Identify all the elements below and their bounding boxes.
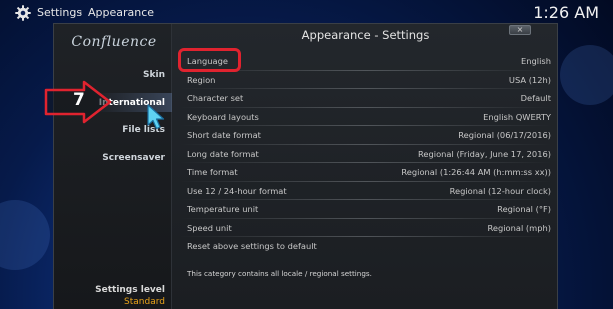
setting-row-hour-format[interactable]: Use 12 / 24-hour format Regional (12-hou… — [172, 182, 555, 200]
setting-value: Regional (1:26:44 AM (h:mm:ss xx)) — [401, 167, 551, 177]
setting-row-reset-defaults[interactable]: Reset above settings to default — [172, 237, 555, 256]
setting-row-short-date-format[interactable]: Short date format Regional (06/17/2016) — [172, 126, 555, 145]
settings-level-label[interactable]: Settings level — [95, 285, 165, 295]
sidebar-item-screensaver[interactable]: Screensaver — [102, 153, 165, 163]
setting-row-region[interactable]: Region USA (12h) — [172, 71, 555, 89]
setting-value: Default — [520, 93, 551, 103]
background-bokeh — [0, 200, 50, 270]
sidebar-item-skin[interactable]: Skin — [143, 70, 165, 80]
setting-value: Regional (Friday, June 17, 2016) — [418, 148, 551, 159]
setting-label: Reset above settings to default — [187, 241, 317, 251]
setting-value: Regional (mph) — [487, 222, 551, 233]
window-title: Appearance - Settings — [301, 28, 430, 42]
skin-logo: Confluence — [71, 34, 157, 50]
settings-list: Language English Region USA (12h) Charac… — [172, 52, 555, 256]
settings-level-value[interactable]: Standard — [124, 297, 165, 307]
cursor-icon — [147, 104, 165, 130]
category-description: This category contains all locale / regi… — [187, 269, 372, 278]
setting-row-character-set[interactable]: Character set Default — [172, 89, 555, 108]
breadcrumb-app: Settings — [37, 6, 83, 19]
setting-label: Time format — [187, 167, 238, 177]
clock: 1:26 AM — [533, 3, 599, 22]
setting-value: Regional (12-hour clock) — [449, 185, 551, 196]
setting-label: Keyboard layouts — [187, 111, 259, 122]
setting-value: USA (12h) — [508, 74, 551, 85]
step-number: 7 — [73, 90, 85, 110]
setting-row-keyboard-layouts[interactable]: Keyboard layouts English QWERTY — [172, 108, 555, 126]
setting-value: Regional (°F) — [497, 204, 551, 214]
setting-label: Speed unit — [187, 222, 232, 233]
setting-value: Regional (06/17/2016) — [458, 130, 551, 140]
setting-value: English QWERTY — [483, 111, 551, 122]
setting-row-long-date-format[interactable]: Long date format Regional (Friday, June … — [172, 145, 555, 163]
settings-window: Confluence Skin International File lists… — [53, 23, 558, 309]
breadcrumb-separator: · — [79, 6, 83, 19]
setting-label: Temperature unit — [187, 204, 259, 214]
gear-icon[interactable] — [15, 5, 31, 21]
setting-label: Short date format — [187, 130, 261, 140]
setting-label: Long date format — [187, 148, 259, 159]
setting-row-speed-unit[interactable]: Speed unit Regional (mph) — [172, 219, 555, 237]
breadcrumb-page: Appearance — [88, 6, 155, 19]
setting-value: English — [521, 56, 551, 66]
setting-label: Use 12 / 24-hour format — [187, 185, 287, 196]
close-button[interactable]: × — [509, 25, 531, 35]
setting-label: Region — [187, 74, 216, 85]
setting-label: Character set — [187, 93, 244, 103]
background-bokeh — [560, 45, 613, 105]
sidebar: Confluence Skin International File lists… — [54, 24, 172, 309]
setting-row-temperature-unit[interactable]: Temperature unit Regional (°F) — [172, 200, 555, 219]
language-highlight-box — [178, 48, 241, 72]
setting-row-time-format[interactable]: Time format Regional (1:26:44 AM (h:mm:s… — [172, 163, 555, 182]
